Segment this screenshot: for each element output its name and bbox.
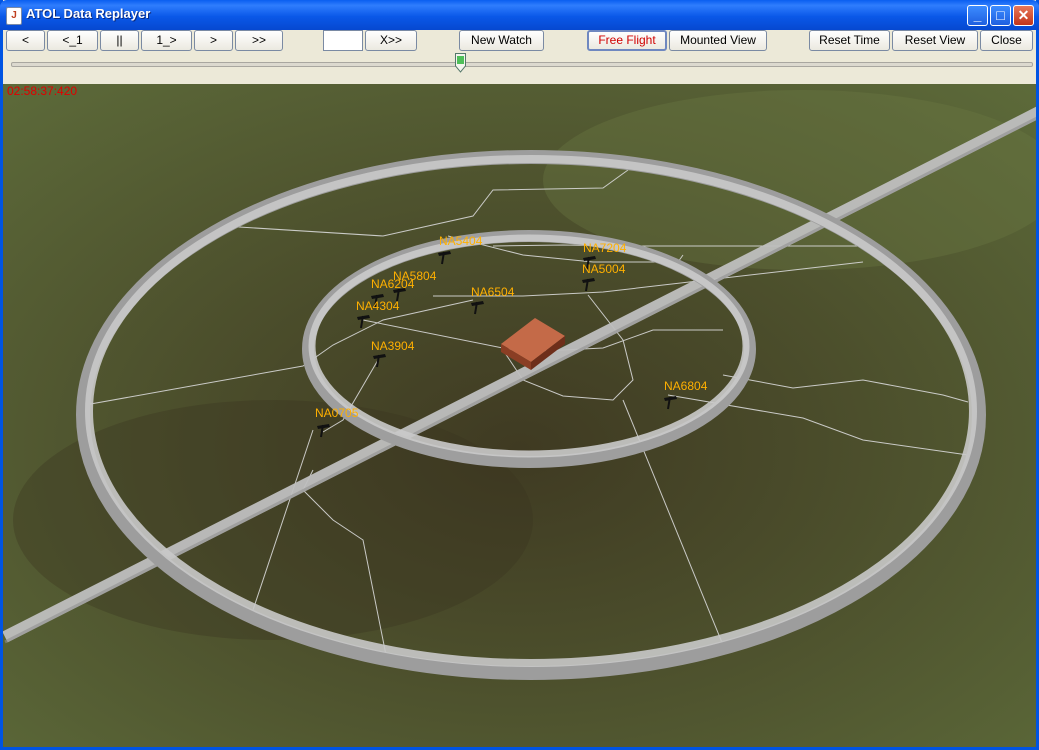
close-button[interactable]: Close xyxy=(980,30,1033,51)
back-one-button[interactable]: <_1 xyxy=(47,30,98,51)
new-watch-button[interactable]: New Watch xyxy=(459,30,544,51)
aircraft-label: NA5404 xyxy=(439,234,483,248)
replay-timestamp: 02:58:37:420 xyxy=(7,84,78,98)
maximize-button[interactable]: □ xyxy=(990,5,1011,26)
reset-view-button[interactable]: Reset View xyxy=(892,30,978,51)
close-window-button[interactable]: ✕ xyxy=(1013,5,1034,26)
minimize-button[interactable]: _ xyxy=(967,5,988,26)
timeline-slider-thumb[interactable] xyxy=(454,53,466,73)
free-flight-button[interactable]: Free Flight xyxy=(587,30,667,51)
pause-button[interactable]: || xyxy=(100,30,139,51)
java-app-icon: J xyxy=(6,7,22,25)
aircraft-label: NA6804 xyxy=(664,379,708,393)
speed-button[interactable]: X>> xyxy=(365,30,417,51)
aircraft-label: NA6204 xyxy=(371,277,415,291)
jump-value-input[interactable] xyxy=(323,30,363,51)
aircraft-label: NA4304 xyxy=(356,299,400,313)
aircraft-label: NA3904 xyxy=(371,339,415,353)
forward-one-button[interactable]: 1_> xyxy=(141,30,192,51)
playback-toolbar: < <_1 || 1_> > >> X>> New Watch Free Fli… xyxy=(3,30,1036,54)
aircraft-label: NA7204 xyxy=(583,241,627,255)
mounted-view-button[interactable]: Mounted View xyxy=(669,30,767,51)
step-forward-button[interactable]: > xyxy=(194,30,233,51)
aircraft-label: NA6504 xyxy=(471,285,515,299)
3d-scene-viewport[interactable]: NA5404 NA7204 NA5004 NA5804 NA6204 NA4304 NA65… xyxy=(3,84,1036,747)
app-window: J ATOL Data Replayer _ □ ✕ < <_1 || 1_> … xyxy=(0,0,1039,750)
timeline-slider-track[interactable] xyxy=(11,62,1033,67)
reset-time-button[interactable]: Reset Time xyxy=(809,30,890,51)
scene-canvas[interactable]: NA5404 NA7204NA5004NA5804NA6204NA4304NA65… xyxy=(3,84,1036,747)
aircraft-label: NA0705 xyxy=(315,406,359,420)
title-bar[interactable]: J ATOL Data Replayer _ □ ✕ xyxy=(0,0,1039,30)
fast-forward-button[interactable]: >> xyxy=(235,30,283,51)
step-back-button[interactable]: < xyxy=(6,30,45,51)
window-title: ATOL Data Replayer xyxy=(26,6,151,21)
aircraft-label: NA5004 xyxy=(582,262,626,276)
